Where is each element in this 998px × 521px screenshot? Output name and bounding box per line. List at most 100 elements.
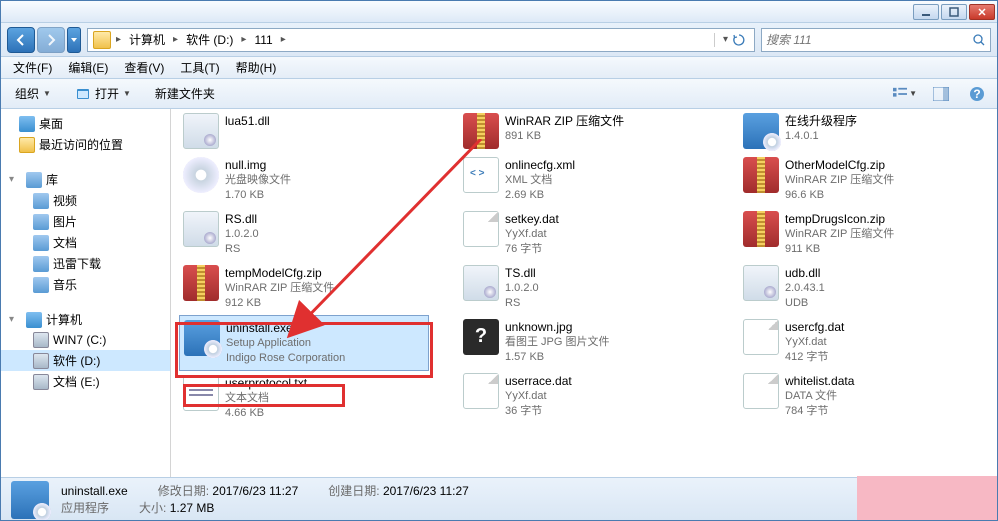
file-item[interactable]: userrace.datYyXf.dat36 字节 (459, 369, 709, 423)
menu-edit[interactable]: 编辑(E) (60, 57, 116, 78)
organize-button[interactable]: 组织 ▼ (9, 82, 57, 105)
sidebar-docs-e[interactable]: 文档 (E:) (1, 371, 170, 392)
file-item[interactable]: tempModelCfg.zipWinRAR ZIP 压缩文件912 KB (179, 261, 429, 315)
file-item[interactable]: ?unknown.jpg看图王 JPG 图片文件1.57 KB (459, 315, 709, 369)
menu-view[interactable]: 查看(V) (116, 57, 172, 78)
file-name: whitelist.data (785, 373, 854, 389)
titlebar (1, 1, 997, 23)
folder-icon (93, 31, 111, 49)
file-name: WinRAR ZIP 压缩文件 (505, 113, 624, 129)
file-name: udb.dll (785, 265, 825, 281)
file-meta: 光盘映像文件 (225, 173, 291, 188)
download-icon (33, 256, 49, 272)
file-meta: 2.69 KB (505, 188, 575, 203)
file-meta: YyXf.dat (505, 389, 572, 404)
file-item[interactable]: WinRAR ZIP 压缩文件891 KB (459, 109, 709, 153)
file-meta: 1.0.2.0 (225, 227, 259, 242)
search-icon[interactable] (972, 33, 986, 47)
refresh-icon[interactable] (732, 33, 746, 47)
file-item[interactable]: uninstall.exeSetup ApplicationIndigo Ros… (179, 315, 429, 371)
search-input[interactable] (766, 33, 972, 47)
address-dropdown[interactable]: ▾ (721, 34, 730, 45)
file-meta: 36 字节 (505, 404, 572, 419)
new-folder-button[interactable]: 新建文件夹 (149, 82, 221, 105)
file-item[interactable]: OtherModelCfg.zipWinRAR ZIP 压缩文件96.6 KB (739, 153, 989, 207)
file-meta: UDB (785, 296, 825, 311)
file-meta: XML 文档 (505, 173, 575, 188)
nav-history-dropdown[interactable] (67, 27, 81, 53)
videos-icon (33, 193, 49, 209)
file-meta: WinRAR ZIP 压缩文件 (785, 227, 894, 242)
sidebar-desktop[interactable]: 桌面 (1, 113, 170, 134)
expand-icon[interactable]: ▾ (9, 314, 20, 325)
search-box[interactable] (761, 28, 991, 52)
dll-icon (183, 211, 219, 247)
breadcrumb-drive[interactable]: 软件 (D:) (180, 29, 239, 51)
sidebar-win7[interactable]: WIN7 (C:) (1, 330, 170, 350)
pictures-icon (33, 214, 49, 230)
file-meta: 784 字节 (785, 404, 854, 419)
sidebar-xunlei[interactable]: 迅雷下载 (1, 253, 170, 274)
file-item[interactable]: onlinecfg.xmlXML 文档2.69 KB (459, 153, 709, 207)
close-button[interactable] (969, 4, 995, 20)
file-item[interactable]: setkey.datYyXf.dat76 字节 (459, 207, 709, 261)
file-item[interactable]: TS.dll1.0.2.0RS (459, 261, 709, 315)
expand-icon[interactable]: ▾ (9, 174, 20, 185)
file-meta: 1.0.2.0 (505, 281, 539, 296)
help-button[interactable]: ? (965, 84, 989, 104)
menu-tools[interactable]: 工具(T) (172, 57, 227, 78)
breadcrumb-computer[interactable]: 计算机 (123, 29, 171, 51)
toolbar: 组织 ▼ 打开 ▼ 新建文件夹 ▼ ? (1, 79, 997, 109)
file-item[interactable]: userprotocol.txt文本文档4.66 KB (179, 371, 429, 425)
file-item[interactable]: usercfg.datYyXf.dat412 字节 (739, 315, 989, 369)
breadcrumb-folder[interactable]: 111 (248, 29, 278, 51)
view-options-button[interactable]: ▼ (893, 84, 917, 104)
file-item[interactable]: tempDrugsIcon.zipWinRAR ZIP 压缩文件911 KB (739, 207, 989, 261)
file-meta: 1.4.0.1 (785, 129, 857, 144)
file-item[interactable]: null.img光盘映像文件1.70 KB (179, 153, 429, 207)
svg-text:?: ? (973, 87, 980, 101)
sidebar-computer[interactable]: ▾计算机 (1, 309, 170, 330)
file-name: OtherModelCfg.zip (785, 157, 894, 173)
archive-icon (743, 211, 779, 247)
menu-file[interactable]: 文件(F) (5, 57, 60, 78)
documents-icon (33, 235, 49, 251)
preview-pane-button[interactable] (929, 84, 953, 104)
doc-blank-icon (743, 373, 779, 409)
unknown-icon: ? (463, 319, 499, 355)
menu-help[interactable]: 帮助(H) (228, 57, 285, 78)
file-name: 在线升级程序 (785, 113, 857, 129)
file-meta: 891 KB (505, 129, 624, 144)
file-item[interactable]: lua51.dll (179, 109, 429, 153)
file-meta: 1.70 KB (225, 188, 291, 203)
file-list-pane[interactable]: lua51.dllnull.img光盘映像文件1.70 KBRS.dll1.0.… (171, 109, 997, 477)
file-item[interactable]: udb.dll2.0.43.1UDB (739, 261, 989, 315)
sidebar-recent[interactable]: 最近访问的位置 (1, 134, 170, 155)
file-name: RS.dll (225, 211, 259, 227)
drive-icon (33, 353, 49, 369)
sidebar-software-d[interactable]: 软件 (D:) (1, 350, 170, 371)
maximize-button[interactable] (941, 4, 967, 20)
file-meta: Setup Application (226, 336, 345, 351)
file-meta: 看图王 JPG 图片文件 (505, 335, 610, 350)
computer-icon (26, 312, 42, 328)
open-button[interactable]: 打开 ▼ (69, 82, 137, 105)
breadcrumb[interactable]: ▸ 计算机▸ 软件 (D:)▸ 111▸ ▾ (87, 28, 755, 52)
file-name: null.img (225, 157, 291, 173)
file-item[interactable]: 在线升级程序1.4.0.1 (739, 109, 989, 153)
back-button[interactable] (7, 27, 35, 53)
sidebar-pictures[interactable]: 图片 (1, 211, 170, 232)
forward-button[interactable] (37, 27, 65, 53)
file-meta: DATA 文件 (785, 389, 854, 404)
sidebar-videos[interactable]: 视频 (1, 190, 170, 211)
file-name: onlinecfg.xml (505, 157, 575, 173)
file-name: uninstall.exe (226, 320, 345, 336)
sidebar-documents[interactable]: 文档 (1, 232, 170, 253)
minimize-button[interactable] (913, 4, 939, 20)
sidebar-music[interactable]: 音乐 (1, 274, 170, 295)
sidebar-library[interactable]: ▾库 (1, 169, 170, 190)
file-meta: 96.6 KB (785, 188, 894, 203)
file-item[interactable]: whitelist.dataDATA 文件784 字节 (739, 369, 989, 423)
img-disc-icon (183, 157, 219, 193)
file-item[interactable]: RS.dll1.0.2.0RS (179, 207, 429, 261)
